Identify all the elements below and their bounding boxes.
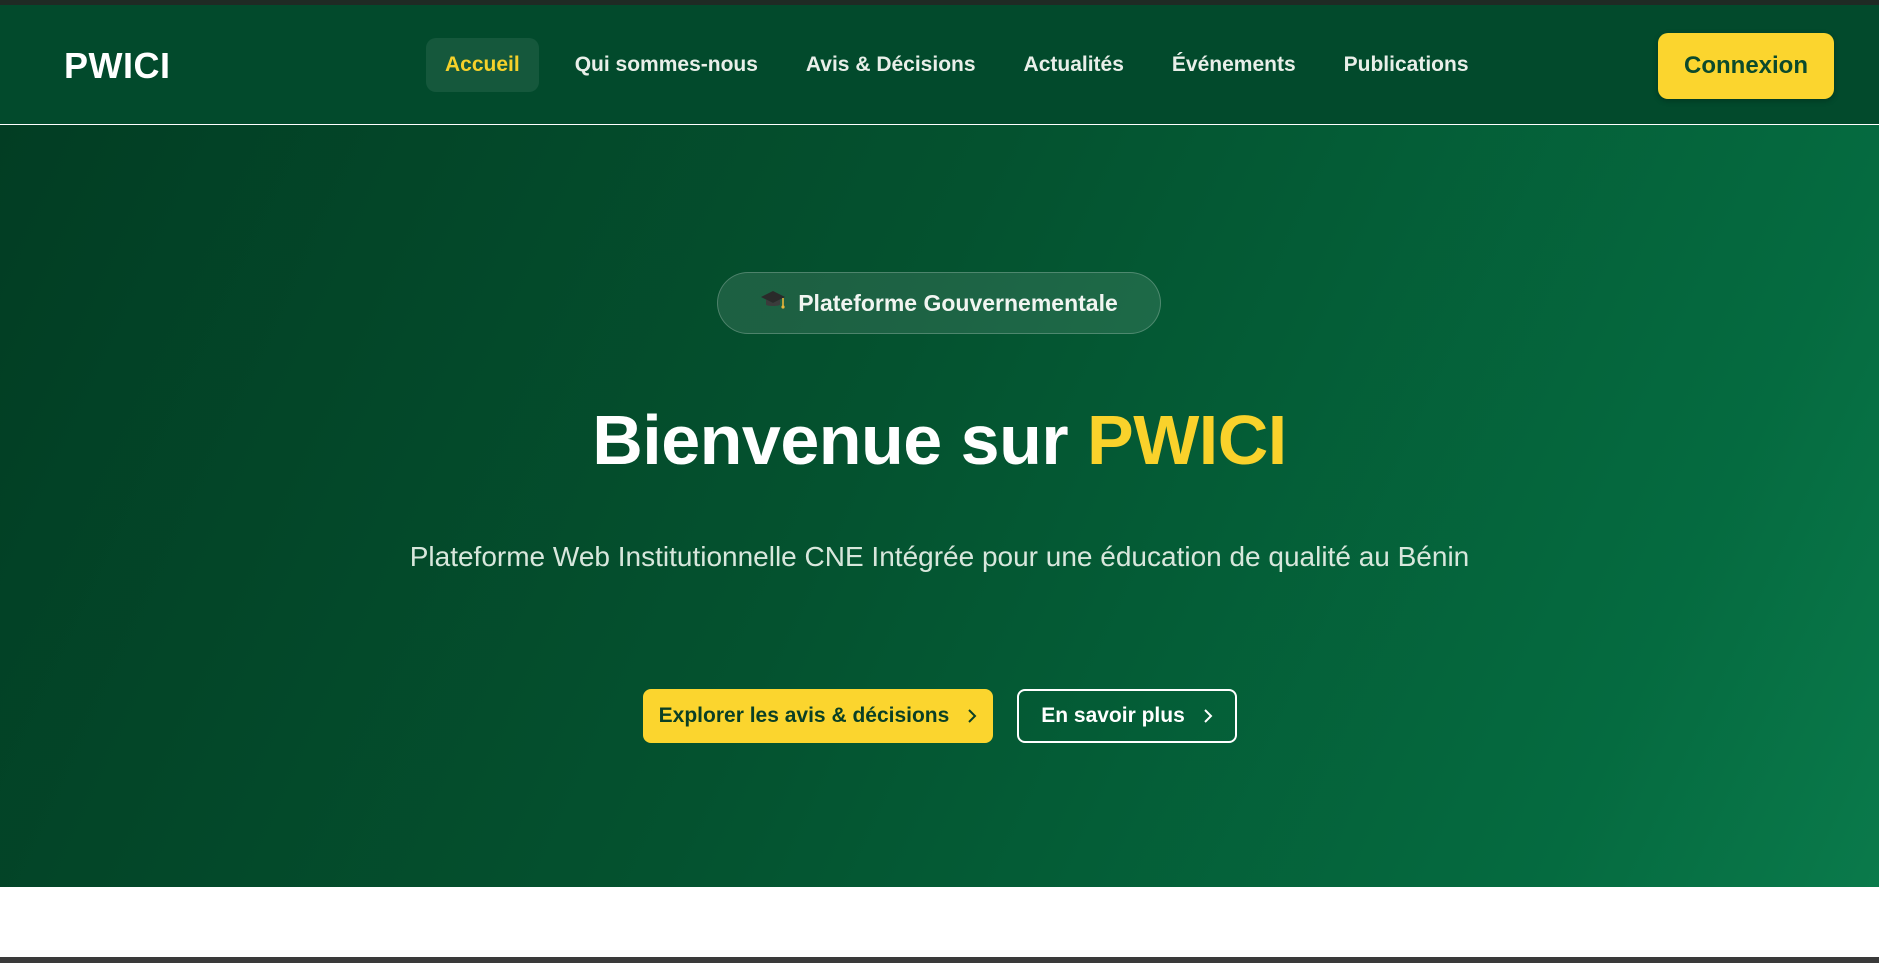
navbar: PWICI Accueil Qui sommes-nous Avis & Déc… [0,0,1879,130]
explore-decisions-button[interactable]: Explorer les avis & décisions [643,689,993,743]
learn-more-label: En savoir plus [1041,704,1185,727]
platform-badge: Plateforme Gouvernementale [717,272,1161,334]
badge-text: Plateforme Gouvernementale [798,289,1118,316]
site-logo[interactable]: PWICI [64,45,171,87]
window-bottom-edge [0,957,1879,963]
nav-item-actualites[interactable]: Actualités [1001,38,1147,92]
learn-more-button[interactable]: En savoir plus [1017,689,1237,743]
content-area [0,887,1879,957]
nav-item-avis-decisions[interactable]: Avis & Décisions [783,38,999,92]
browser-viewport: PWICI Accueil Qui sommes-nous Avis & Déc… [0,0,1879,957]
chevron-right-icon [968,709,977,723]
nav-item-evenements[interactable]: Événements [1149,38,1319,92]
nav-item-accueil[interactable]: Accueil [426,38,539,92]
nav-item-publications[interactable]: Publications [1321,38,1492,92]
hero-subtitle: Plateforme Web Institutionnelle CNE Inté… [409,541,1470,572]
hero-title-accent: PWICI [1087,401,1287,479]
hero-title: Bienvenue sur PWICI [0,395,1879,485]
graduation-cap-icon [760,289,786,318]
explore-decisions-label: Explorer les avis & décisions [658,704,950,727]
login-button[interactable]: Connexion [1658,33,1834,99]
hero-title-prefix: Bienvenue sur [592,401,1088,479]
nav-item-qui-sommes-nous[interactable]: Qui sommes-nous [552,38,781,92]
hero-section: Plateforme Gouvernementale Bienvenue sur… [0,125,1879,887]
cta-row: Explorer les avis & décisions En savoir … [643,689,1237,743]
chevron-right-icon [1204,709,1213,723]
main-nav: Accueil Qui sommes-nous Avis & Décisions… [426,38,1492,92]
